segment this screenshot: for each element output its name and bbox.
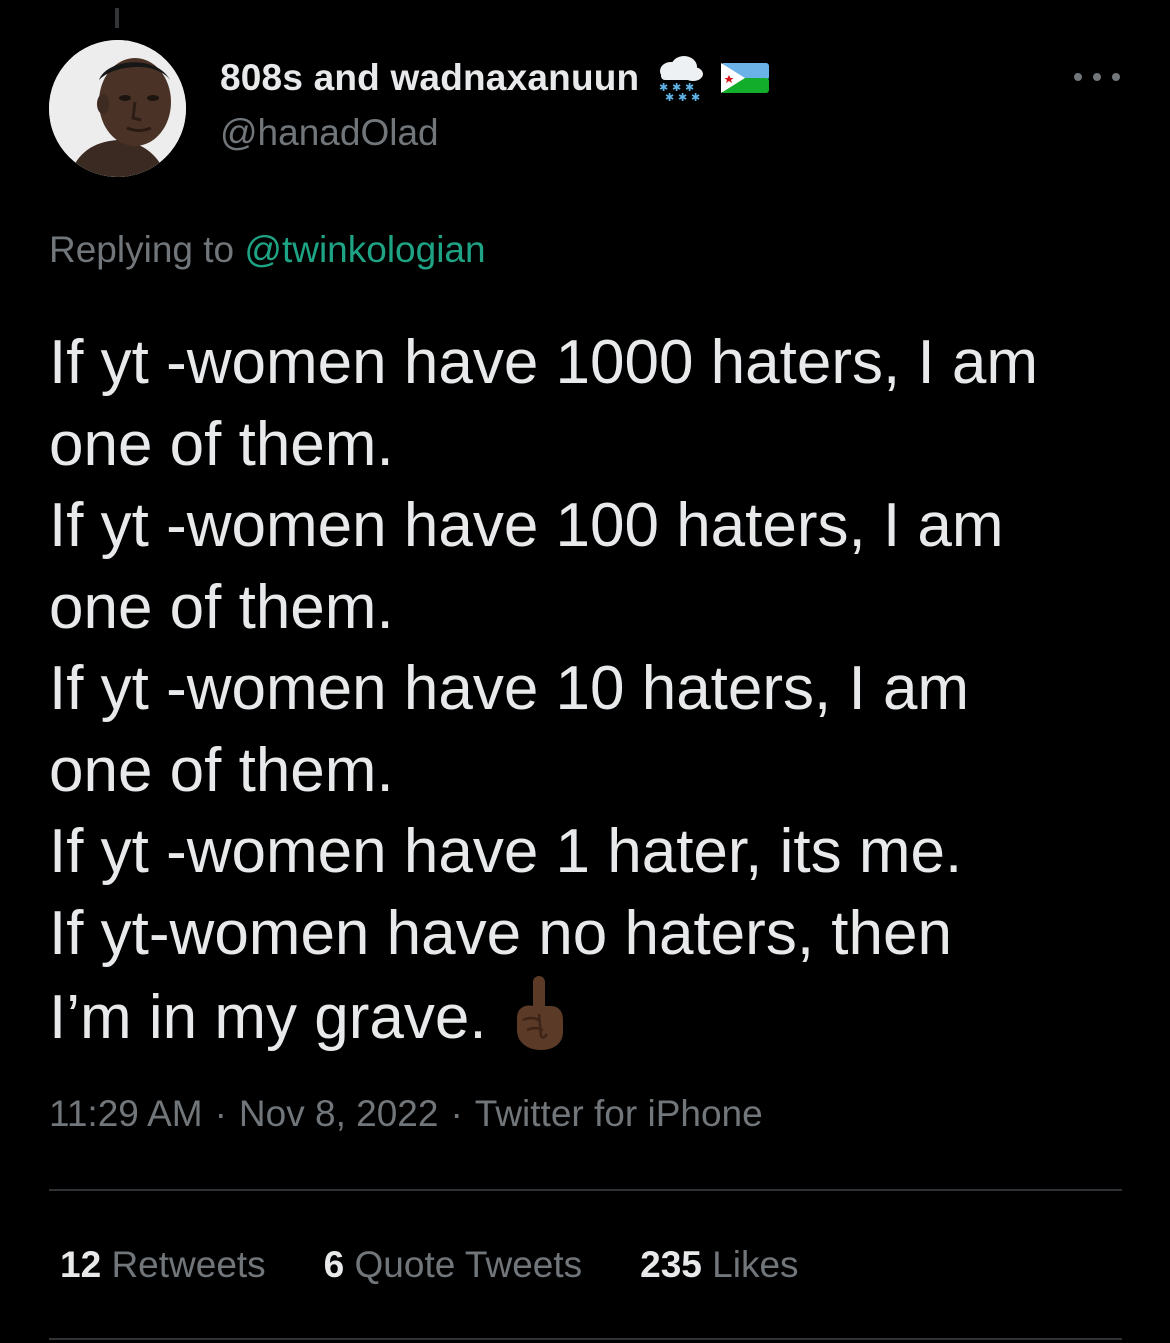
separator-dot: · [450,1093,463,1134]
author-display-name[interactable]: 808s and wadnaxanuun [220,57,639,99]
svg-text:✱: ✱ [691,91,700,101]
likes-count: 235 [640,1244,702,1285]
divider [49,1189,1122,1191]
engagement-stats: 12 Retweets 6 Quote Tweets 235 Likes [60,1244,799,1286]
tweet-text: If yt -women have 1000 haters, I am one … [49,322,1134,1059]
more-options-button[interactable] [1074,62,1120,92]
tweet-line: If yt -women have 100 haters, I am [49,491,1004,560]
reply-mention-link[interactable]: @twinkologian [244,229,485,270]
more-dot-icon [1093,73,1101,81]
tweet-line: If yt -women have 1 hater, its me. [49,817,963,886]
replying-to-prefix: Replying to [49,229,235,270]
retweets-stat[interactable]: 12 Retweets [60,1244,266,1286]
tweet-line: one of them. [49,572,394,642]
tweet-line: one of them. [49,409,394,479]
svg-text:✱: ✱ [665,91,674,101]
tweet-line: If yt -women have 1000 haters, I am [49,328,1039,397]
tweet-line: one of them. [49,735,394,805]
tweet-source[interactable]: Twitter for iPhone [475,1093,763,1134]
replying-to-line: Replying to @twinkologian [49,229,486,271]
tweet-line: If yt-women have no haters, then [49,898,952,968]
quote-tweets-count: 6 [323,1244,345,1285]
retweets-count: 12 [60,1244,102,1285]
quote-tweets-stat[interactable]: 6 Quote Tweets [324,1244,582,1286]
likes-label: Likes [712,1244,799,1285]
thread-connector-line [115,8,119,28]
tweet-time[interactable]: 11:29 AM [49,1093,203,1134]
divider [49,1338,1122,1340]
author-handle[interactable]: @hanadOlad [220,112,439,154]
tweet-last-line: I’m in my grave. [49,974,1134,1059]
tweet-date[interactable]: Nov 8, 2022 [239,1093,439,1134]
quote-tweets-label: Quote Tweets [354,1244,583,1285]
djibouti-flag-icon [719,55,771,101]
retweets-label: Retweets [111,1244,266,1285]
index-pointing-up-icon [507,974,569,1052]
avatar-image [49,40,186,177]
tweet-line: If yt -women have 10 haters, I am [49,654,970,723]
separator-dot: · [214,1093,227,1134]
author-name-row[interactable]: 808s and wadnaxanuun ✱ ✱ ✱ ✱ ✱ ✱ [220,52,771,104]
cloud-with-snow-icon: ✱ ✱ ✱ ✱ ✱ ✱ [653,55,705,104]
tweet-timestamp-line: 11:29 AM · Nov 8, 2022 · Twitter for iPhone [49,1093,763,1135]
svg-text:✱: ✱ [678,91,687,101]
likes-stat[interactable]: 235 Likes [640,1244,798,1286]
avatar[interactable] [49,40,186,177]
tweet-line: I’m in my grave. [49,983,487,1052]
more-dot-icon [1074,73,1082,81]
more-dot-icon [1112,73,1120,81]
